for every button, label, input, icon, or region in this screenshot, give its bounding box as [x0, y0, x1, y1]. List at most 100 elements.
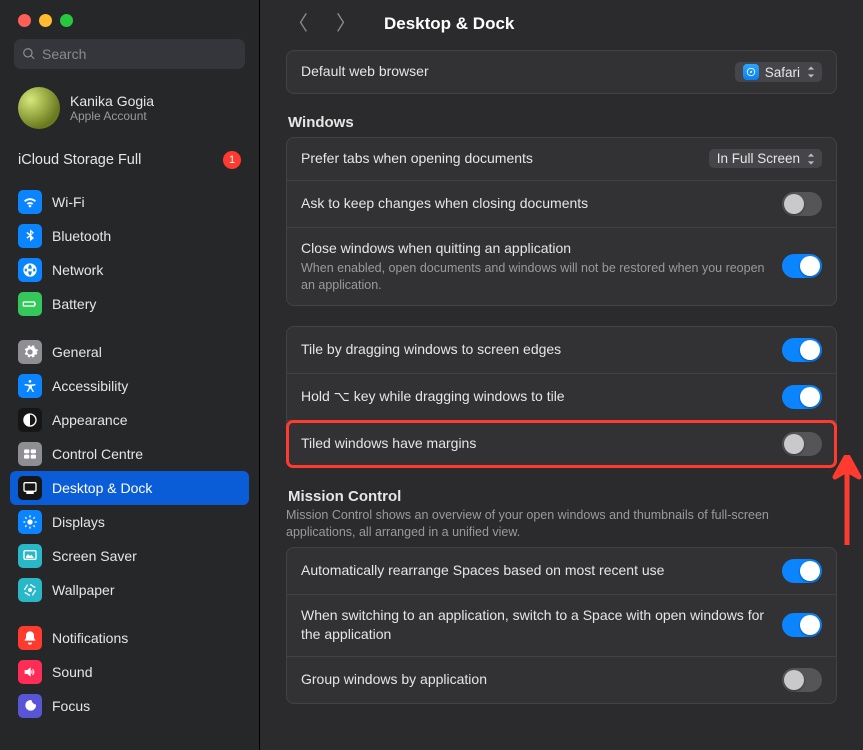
focus-icon	[18, 694, 42, 718]
setting-row-hold-opt: Hold ⌥ key while dragging windows to til…	[287, 374, 836, 421]
displays-icon	[18, 510, 42, 534]
account-row[interactable]: Kanika Gogia Apple Account	[0, 81, 259, 139]
bluetooth-icon	[18, 224, 42, 248]
setting-row-margins: Tiled windows have margins	[287, 421, 836, 467]
windows-section-title: Windows	[288, 114, 835, 131]
setting-row-group-win: Group windows by application	[287, 657, 836, 703]
setting-label: When switching to an application, switch…	[301, 606, 772, 645]
icloud-storage-row[interactable]: iCloud Storage Full 1	[0, 139, 259, 181]
icloud-storage-label: iCloud Storage Full	[18, 152, 141, 168]
default-browser-row: Default web browser Safari	[287, 51, 836, 93]
sidebar-item-displays[interactable]: Displays	[10, 505, 249, 539]
account-sub: Apple Account	[70, 109, 154, 123]
back-button[interactable]: 〈	[282, 12, 314, 36]
mission-panel: Automatically rearrange Spaces based on …	[286, 547, 837, 704]
setting-label: Tile by dragging windows to screen edges	[301, 340, 772, 360]
setting-label: Ask to keep changes when closing documen…	[301, 194, 772, 214]
cc-icon	[18, 442, 42, 466]
setting-label: Hold ⌥ key while dragging windows to til…	[301, 387, 772, 407]
sidebar-item-wallpaper[interactable]: Wallpaper	[10, 573, 249, 607]
setting-label: Group windows by application	[301, 670, 772, 690]
bell-icon	[18, 626, 42, 650]
toggle-group-win[interactable]	[782, 668, 822, 692]
sidebar-item-bluetooth[interactable]: Bluetooth	[10, 219, 249, 253]
sidebar-item-focus[interactable]: Focus	[10, 689, 249, 723]
annotation-arrow	[827, 455, 863, 550]
accessibility-icon	[18, 374, 42, 398]
toggle-hold-opt[interactable]	[782, 385, 822, 409]
account-name: Kanika Gogia	[70, 93, 154, 109]
default-browser-dropdown[interactable]: Safari	[735, 62, 822, 82]
avatar	[18, 87, 60, 129]
page-title: Desktop & Dock	[384, 14, 514, 34]
wifi-icon	[18, 190, 42, 214]
fullscreen-window-button[interactable]	[60, 14, 73, 27]
icloud-storage-badge: 1	[223, 151, 241, 169]
header: 〈 〉 Desktop & Dock	[260, 0, 863, 50]
sidebar-item-label: Accessibility	[52, 378, 128, 394]
sidebar-item-label: Focus	[52, 698, 90, 714]
sidebar-item-battery[interactable]: Battery	[10, 287, 249, 321]
default-browser-label: Default web browser	[301, 62, 725, 82]
sidebar-item-label: Control Centre	[52, 446, 143, 462]
setting-sublabel: When enabled, open documents and windows…	[301, 260, 772, 294]
windows-panel-1: Prefer tabs when opening documentsIn Ful…	[286, 137, 837, 306]
toggle-switch-space[interactable]	[782, 613, 822, 637]
sidebar-item-notifications[interactable]: Notifications	[10, 621, 249, 655]
dropdown-value: In Full Screen	[717, 151, 800, 166]
setting-row-prefer-tabs: Prefer tabs when opening documentsIn Ful…	[287, 138, 836, 181]
battery-icon	[18, 292, 42, 316]
mission-section-header: Mission Control Mission Control shows an…	[286, 488, 837, 541]
chevron-updown-icon	[806, 65, 816, 79]
setting-row-switch-space: When switching to an application, switch…	[287, 595, 836, 657]
sidebar-item-accessibility[interactable]: Accessibility	[10, 369, 249, 403]
sidebar-item-general[interactable]: General	[10, 335, 249, 369]
sidebar-item-label: Network	[52, 262, 103, 278]
sidebar-item-label: General	[52, 344, 102, 360]
sidebar-item-desktop-dock[interactable]: Desktop & Dock	[10, 471, 249, 505]
safari-icon	[743, 64, 759, 80]
minimize-window-button[interactable]	[39, 14, 52, 27]
toggle-margins[interactable]	[782, 432, 822, 456]
window-traffic-lights	[0, 0, 259, 39]
default-browser-value: Safari	[765, 65, 800, 80]
setting-label: Automatically rearrange Spaces based on …	[301, 561, 772, 581]
sidebar-item-network[interactable]: Network	[10, 253, 249, 287]
sidebar-item-label: Battery	[52, 296, 96, 312]
sidebar-item-label: Sound	[52, 664, 92, 680]
sidebar-item-label: Screen Saver	[52, 548, 137, 564]
forward-button[interactable]: 〉	[330, 12, 362, 36]
setting-row-close-quit: Close windows when quitting an applicati…	[287, 228, 836, 305]
sidebar: Search Kanika Gogia Apple Account iCloud…	[0, 0, 260, 750]
gear-icon	[18, 340, 42, 364]
sidebar-item-wifi[interactable]: Wi-Fi	[10, 185, 249, 219]
appearance-icon	[18, 408, 42, 432]
sidebar-item-label: Displays	[52, 514, 105, 530]
setting-label: Close windows when quitting an applicati…	[301, 239, 772, 259]
mission-section-title: Mission Control	[288, 488, 835, 505]
sidebar-item-label: Bluetooth	[52, 228, 111, 244]
screensaver-icon	[18, 544, 42, 568]
sidebar-item-control-centre[interactable]: Control Centre	[10, 437, 249, 471]
sidebar-item-screen-saver[interactable]: Screen Saver	[10, 539, 249, 573]
close-window-button[interactable]	[18, 14, 31, 27]
toggle-ask-keep[interactable]	[782, 192, 822, 216]
content: Default web browser Safari Windows Prefe…	[260, 50, 863, 750]
dock-icon	[18, 476, 42, 500]
sidebar-item-appearance[interactable]: Appearance	[10, 403, 249, 437]
dropdown-prefer-tabs[interactable]: In Full Screen	[709, 149, 822, 168]
sidebar-item-label: Desktop & Dock	[52, 480, 152, 496]
setting-row-auto-spaces: Automatically rearrange Spaces based on …	[287, 548, 836, 595]
sidebar-item-sound[interactable]: Sound	[10, 655, 249, 689]
windows-panel-2: Tile by dragging windows to screen edges…	[286, 326, 837, 468]
mission-section-sub: Mission Control shows an overview of you…	[286, 507, 837, 541]
toggle-auto-spaces[interactable]	[782, 559, 822, 583]
setting-row-ask-keep: Ask to keep changes when closing documen…	[287, 181, 836, 228]
setting-label: Tiled windows have margins	[301, 434, 772, 454]
toggle-close-quit[interactable]	[782, 254, 822, 278]
sidebar-item-label: Appearance	[52, 412, 128, 428]
search-input[interactable]: Search	[14, 39, 245, 69]
chevron-updown-icon	[806, 152, 816, 166]
toggle-tile-drag[interactable]	[782, 338, 822, 362]
wallpaper-icon	[18, 578, 42, 602]
